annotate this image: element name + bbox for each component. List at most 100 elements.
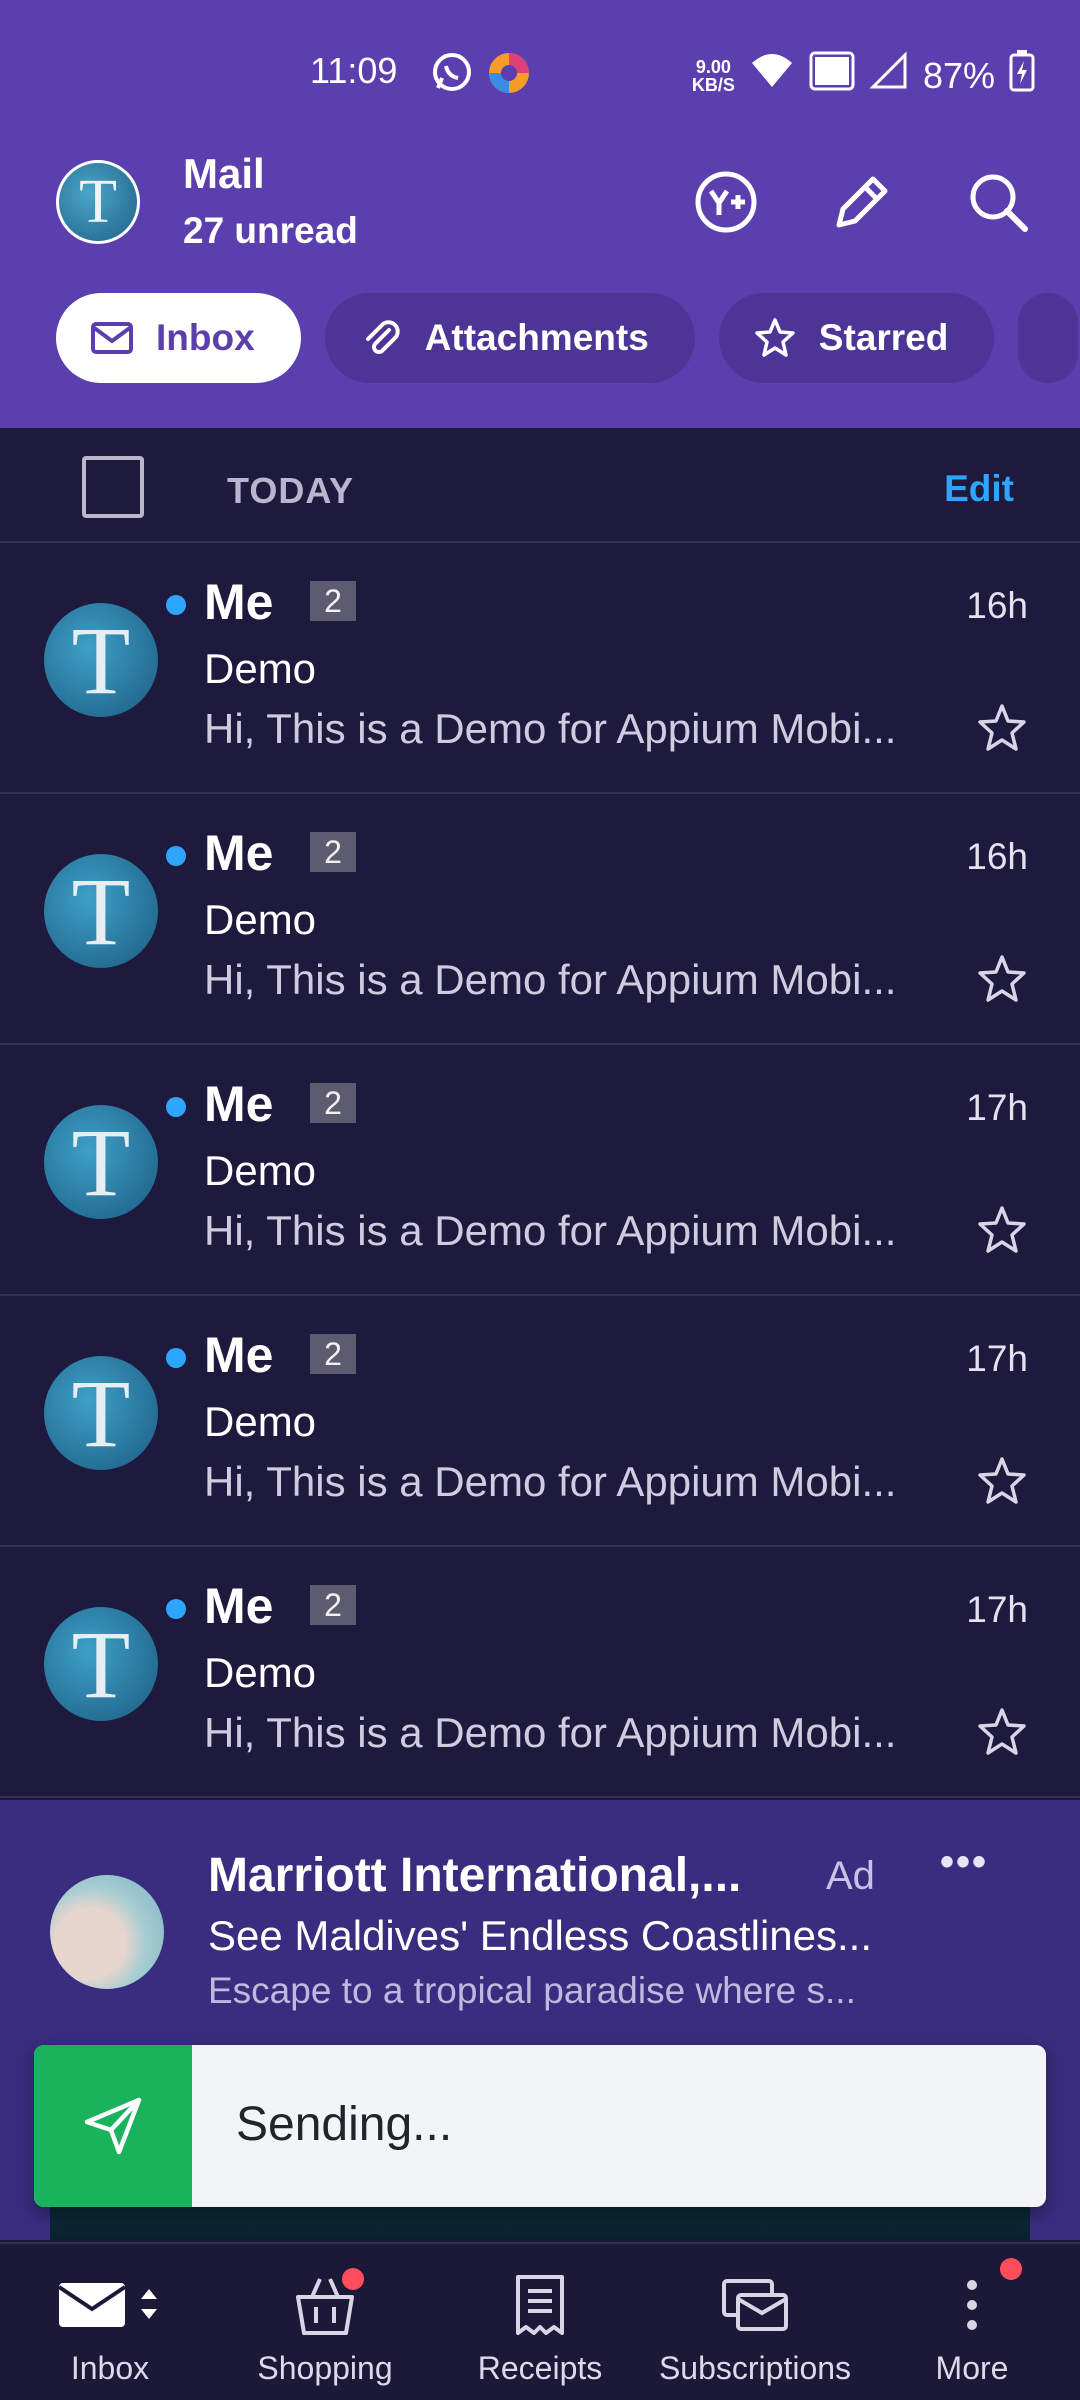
ad-label: Ad [826,1854,875,1898]
envelope-icon [91,322,133,354]
status-right: 9.00 KB/S 87% [692,50,1035,101]
nav-more[interactable]: More [902,2244,1042,2400]
sender-avatar: T [44,1607,158,1721]
unread-count: 27 unread [183,210,358,251]
unread-dot [166,846,186,866]
edit-button[interactable]: Edit [944,468,1014,510]
thread-count: 2 [310,1334,356,1374]
app-bar: T Mail 27 unread [0,150,1080,270]
search-icon [970,174,1028,232]
star-icon[interactable] [974,1203,1030,1259]
sender-avatar: T [44,1105,158,1219]
chip-more[interactable] [1018,293,1079,383]
paperclip-icon [365,320,400,354]
battery-percent: 87% [922,54,995,96]
nav-inbox[interactable]: Inbox [40,2244,180,2400]
message-preview: Hi, This is a Demo for Appium Mobi... [204,1458,897,1505]
nav-receipts[interactable]: Receipts [470,2244,610,2400]
ad-title: Marriott International,... [208,1849,742,1902]
star-icon[interactable] [974,1705,1030,1761]
section-header: TODAY Edit [0,428,1080,543]
whatsapp-icon [430,50,474,103]
message-subject: Demo [204,1398,317,1445]
sender-avatar: T [44,1356,158,1470]
ad-subtitle: See Maldives' Endless Coastlines... [208,1912,873,1959]
message-row[interactable]: T Me 2 16h Demo Hi, This is a Demo for A… [0,794,1080,1045]
unread-dot [166,1348,186,1368]
sender-name: Me [204,574,274,630]
message-row[interactable]: T Me 2 17h Demo Hi, This is a Demo for A… [0,1547,1080,1798]
filter-chips: Inbox Attachments Starred [56,293,1079,385]
subscriptions-icon [720,2270,790,2340]
message-preview: Hi, This is a Demo for Appium Mobi... [204,1709,897,1756]
message-row[interactable]: T Me 2 16h Demo Hi, This is a Demo for A… [0,543,1080,794]
unread-dot [166,595,186,615]
chip-label: Starred [818,317,949,358]
nav-label: Shopping [257,2350,393,2386]
star-icon [755,318,795,357]
select-all-checkbox[interactable] [82,456,144,518]
status-time: 11:09 [310,50,398,91]
message-subject: Demo [204,645,317,692]
nav-label: Subscriptions [658,2350,852,2386]
battery-charging-icon [1009,50,1035,101]
wifi-icon [749,51,795,100]
message-time: 17h [966,1087,1028,1128]
sender-name: Me [204,825,274,881]
search-button[interactable] [958,162,1038,242]
toast-message: Sending... [236,2098,453,2151]
chip-label: Inbox [156,317,255,358]
sending-toast: Sending... [34,2045,1046,2207]
message-subject: Demo [204,1649,317,1696]
cell-signal-icon [869,51,909,100]
nav-subscriptions[interactable]: Subscriptions [650,2244,860,2400]
thread-count: 2 [310,1083,356,1123]
message-time: 17h [966,1338,1028,1379]
thread-count: 2 [310,832,356,872]
section-label: TODAY [227,470,355,511]
message-preview: Hi, This is a Demo for Appium Mobi... [204,956,897,1003]
yplus-button[interactable] [686,162,766,242]
message-preview: Hi, This is a Demo for Appium Mobi... [204,705,897,752]
unread-dot [166,1599,186,1619]
yplus-icon [695,171,757,233]
chip-starred[interactable]: Starred [718,293,995,383]
sender-name: Me [204,1076,274,1132]
chip-attachments[interactable]: Attachments [324,293,695,383]
inbox-icon [55,2270,165,2340]
notification-badge [1000,2258,1022,2280]
account-avatar[interactable]: T [56,160,140,244]
message-row[interactable]: T Me 2 17h Demo Hi, This is a Demo for A… [0,1045,1080,1296]
nav-label: Receipts [477,2350,603,2386]
sender-avatar: T [44,854,158,968]
message-time: 16h [966,585,1028,626]
network-speed: 9.00 KB/S [691,56,735,95]
nav-label: Inbox [70,2350,150,2386]
notification-badge [342,2268,364,2290]
message-subject: Demo [204,896,317,943]
compose-icon [836,176,888,228]
bottom-navigation: Inbox Shopping Receipts Subscriptions Mo… [0,2242,1080,2400]
send-icon [34,2045,192,2207]
more-vertical-icon [962,2258,1022,2340]
ad-more-button[interactable]: ••• [940,1840,988,1885]
message-subject: Demo [204,1147,317,1194]
vowifi-icon [809,51,855,100]
star-icon[interactable] [974,1454,1030,1510]
nav-shopping[interactable]: Shopping [245,2244,405,2400]
chip-inbox[interactable]: Inbox [56,293,301,383]
unread-dot [166,1097,186,1117]
browser-icon [486,50,532,105]
nav-label: More [935,2350,1009,2386]
shopping-bag-icon [290,2268,364,2340]
ad-body: Escape to a tropical paradise where s... [208,1970,856,2011]
message-row[interactable]: T Me 2 17h Demo Hi, This is a Demo for A… [0,1296,1080,1547]
star-icon[interactable] [974,952,1030,1008]
sender-avatar: T [44,603,158,717]
status-bar: 11:09 9.00 KB/S 87% [0,40,1080,100]
thread-count: 2 [310,581,356,621]
message-time: 17h [966,1589,1028,1630]
star-icon[interactable] [974,701,1030,757]
compose-button[interactable] [822,162,902,242]
app-header: 11:09 9.00 KB/S 87% T Mail 27 unread Inb… [0,0,1080,428]
